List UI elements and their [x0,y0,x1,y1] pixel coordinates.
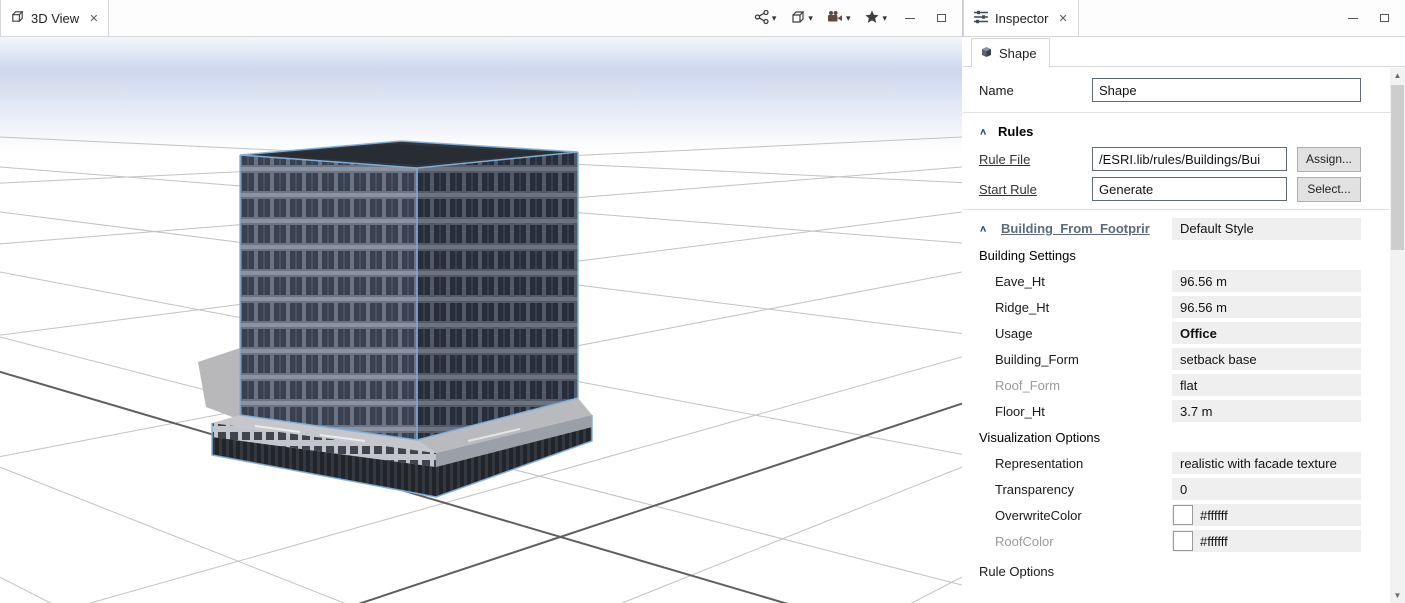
inspector-form: Name ∧ Rules Rule File Assign... Start R… [963,67,1405,582]
prop-value[interactable]: 3.7 m [1172,400,1361,422]
prop-label: Roof_Form [995,378,1172,393]
tab-shape-label: Shape [999,46,1037,61]
divider [963,209,1405,210]
view3d-pane: 3D View ✕ ▾ [0,0,963,603]
bookmarks-dropdown[interactable]: ▾ [864,9,887,28]
prop-row-ridge-ht: Ridge_Ht 96.56 m [979,294,1361,320]
3d-view-icon [10,9,25,27]
prop-value[interactable]: flat [1172,374,1361,396]
collapse-chevron-icon[interactable]: ∧ [979,223,1001,233]
scrollbar-thumb[interactable] [1391,85,1404,250]
name-row: Name [979,73,1361,107]
camera-dropdown[interactable]: ▾ [827,9,851,28]
rule-file-label[interactable]: Rule File [979,152,1030,167]
scroll-up-icon[interactable]: ▲ [1390,68,1405,83]
building-from-footprint-row: ∧ Building_From_Footprir Default Style [979,215,1361,242]
maximize-icon[interactable] [937,14,946,22]
chevron-down-icon: ▾ [772,13,777,24]
prop-row-usage: Usage Office [979,320,1361,346]
color-swatch[interactable] [1173,531,1193,551]
chevron-down-icon: ▾ [808,13,813,24]
name-input[interactable] [1092,78,1361,102]
divider [963,112,1405,113]
collapse-chevron-icon[interactable]: ∧ [979,126,991,136]
tab-3d-view[interactable]: 3D View ✕ [0,0,109,36]
model-dropdown[interactable]: ▾ [790,9,813,28]
tab-inspector-label: Inspector [995,11,1048,26]
rule-file-row: Rule File Assign... [979,144,1361,174]
visualization-options-header: Visualization Options [979,424,1361,450]
prop-row-floor-ht: Floor_Ht 3.7 m [979,398,1361,424]
inspector-tabbar: Inspector ✕ [963,0,1405,37]
scene-graph-dropdown[interactable]: ▾ [754,9,777,28]
prop-row-building-form: Building_Form setback base [979,346,1361,372]
shape-cube-icon [980,45,993,61]
tab-3d-view-close-icon[interactable]: ✕ [89,12,98,25]
assign-button[interactable]: Assign... [1297,147,1361,172]
inspector-scrollbar[interactable]: ▲ ▼ [1390,68,1405,603]
start-rule-row: Start Rule Select... [979,174,1361,204]
prop-label: Representation [995,456,1172,471]
rule-file-input[interactable] [1092,147,1287,171]
name-label: Name [979,83,1092,98]
prop-label: Usage [995,326,1172,341]
prop-row-overwrite-color: OverwriteColor #ffffff [979,502,1361,528]
building-settings-header: Building Settings [979,242,1361,268]
prop-row-roof-color: RoofColor #ffffff [979,528,1361,554]
inspector-subtabbar: Shape [963,37,1405,67]
tab-3d-view-label: 3D View [31,11,79,26]
prop-label: Ridge_Ht [995,300,1172,315]
prop-value[interactable]: Office [1172,322,1361,344]
color-swatch[interactable] [1173,505,1193,525]
tab-inspector-close-icon[interactable]: ✕ [1058,12,1067,25]
view3d-tabbar: 3D View ✕ ▾ [0,0,962,37]
inspector-pane: Inspector ✕ Shape [963,0,1405,603]
minimize-icon[interactable] [905,18,915,19]
prop-value[interactable]: 0 [1172,478,1361,500]
chevron-down-icon: ▾ [882,13,887,24]
prop-value[interactable]: setback base [1172,348,1361,370]
prop-value[interactable]: #ffffff [1172,530,1361,552]
model-cube-icon [790,9,806,28]
color-hex: #ffffff [1200,508,1228,523]
start-rule-input[interactable] [1092,177,1287,201]
default-style-value[interactable]: Default Style [1172,218,1361,240]
scene-graph-icon [754,9,770,28]
prop-value[interactable]: #ffffff [1172,504,1361,526]
rule-options-header: Rule Options [979,560,1361,582]
prop-value[interactable]: 96.56 m [1172,296,1361,318]
prop-label: Transparency [995,482,1172,497]
start-rule-label[interactable]: Start Rule [979,182,1037,197]
prop-value[interactable]: 96.56 m [1172,270,1361,292]
chevron-down-icon: ▾ [846,13,851,24]
prop-row-eave-ht: Eave_Ht 96.56 m [979,268,1361,294]
prop-label: Building_Form [995,352,1172,367]
prop-label: Eave_Ht [995,274,1172,289]
viewport-3d[interactable] [0,37,963,603]
prop-value[interactable]: realistic with facade texture [1172,452,1361,474]
color-hex: #ffffff [1200,534,1228,549]
cityengine-window: 3D View ✕ ▾ [0,0,1405,603]
prop-label: OverwriteColor [995,508,1172,523]
building-model[interactable] [212,141,592,497]
inspector-sliders-icon [973,10,989,27]
camera-icon [827,9,844,28]
prop-row-transparency: Transparency 0 [979,476,1361,502]
minimize-icon[interactable] [1348,18,1358,19]
prop-label: RoofColor [995,534,1172,549]
tab-shape[interactable]: Shape [971,38,1050,67]
rules-section-header[interactable]: ∧ Rules [979,118,1361,144]
sky-gradient [0,37,962,157]
maximize-icon[interactable] [1380,14,1389,22]
prop-row-roof-form: Roof_Form flat [979,372,1361,398]
bookmark-star-icon [864,9,880,28]
prop-row-representation: Representation realistic with facade tex… [979,450,1361,476]
rules-header-label: Rules [998,124,1033,139]
building-from-footprint-link[interactable]: Building_From_Footprir [1001,221,1172,236]
scroll-down-icon[interactable]: ▼ [1390,588,1405,603]
select-button[interactable]: Select... [1297,177,1361,202]
prop-label: Floor_Ht [995,404,1172,419]
tab-inspector[interactable]: Inspector ✕ [963,0,1079,36]
